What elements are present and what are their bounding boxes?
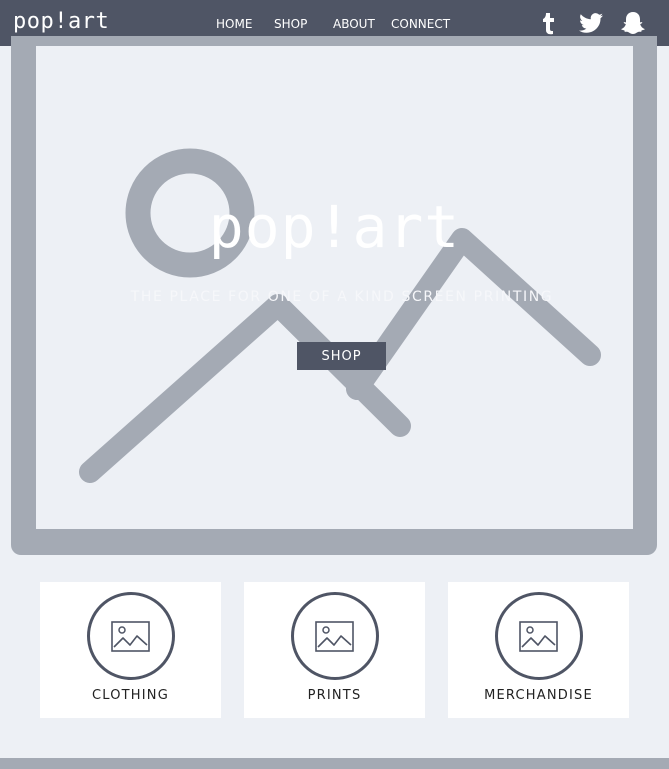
footer-bar: [0, 758, 669, 769]
image-icon: [290, 591, 380, 681]
hero-shop-button[interactable]: SHOP: [297, 342, 386, 370]
category-card-clothing[interactable]: CLOTHING: [40, 582, 221, 718]
category-card-merchandise[interactable]: MERCHANDISE: [448, 582, 629, 718]
image-icon: [86, 591, 176, 681]
category-card-prints[interactable]: PRINTS: [244, 582, 425, 718]
hero-subtitle: THE PLACE FOR ONE OF A KIND SCREEN PRINT…: [130, 289, 554, 305]
category-label-clothing: CLOTHING: [91, 688, 170, 703]
hero-title: pop!art: [208, 193, 461, 261]
image-icon: [494, 591, 584, 681]
category-label-merchandise: MERCHANDISE: [484, 688, 593, 703]
category-label-prints: PRINTS: [307, 688, 362, 703]
